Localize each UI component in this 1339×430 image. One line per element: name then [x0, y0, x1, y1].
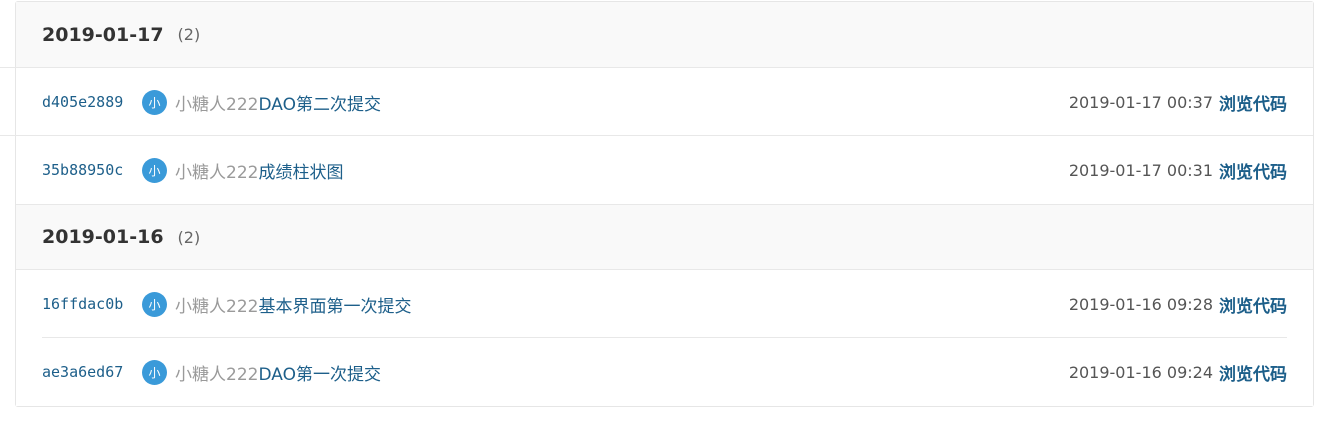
commit-message-link[interactable]: DAO第一次提交	[258, 360, 381, 385]
browse-code-link[interactable]: 浏览代码	[1219, 360, 1287, 385]
commit-row: 35b88950c 小 小糖人222 成绩柱状图 2019-01-17 00:3…	[16, 136, 1313, 204]
day-commit-count: (2)	[177, 25, 201, 44]
commit-sha-link[interactable]: 16ffdac0b	[42, 295, 142, 313]
commit-meta: 2019-01-17 00:37 浏览代码	[1069, 90, 1287, 115]
commit-timestamp: 2019-01-16 09:28	[1068, 294, 1213, 314]
commit-row: ae3a6ed67 小 小糖人222 DAO第一次提交 2019-01-16 0…	[16, 338, 1313, 406]
commit-meta: 2019-01-16 09:28 浏览代码	[1069, 292, 1287, 317]
commit-author[interactable]: 小糖人222	[175, 90, 258, 115]
commit-row: d405e2889 小 小糖人222 DAO第二次提交 2019-01-17 0…	[0, 67, 1313, 136]
commits-panel: 2019-01-17 (2) d405e2889 小 小糖人222 DAO第二次…	[0, 1, 1314, 407]
commit-meta: 2019-01-17 00:31 浏览代码	[1069, 158, 1287, 183]
commit-author[interactable]: 小糖人222	[175, 158, 258, 183]
commit-sha-link[interactable]: 35b88950c	[42, 161, 142, 179]
commit-sha-link[interactable]: ae3a6ed67	[42, 363, 142, 381]
day-commit-count: (2)	[177, 227, 201, 247]
day-date: 2019-01-17	[42, 23, 164, 46]
commit-message-link[interactable]: 成绩柱状图	[258, 158, 343, 183]
day-header: 2019-01-16 (2)	[16, 204, 1313, 270]
day-date: 2019-01-16	[42, 226, 164, 248]
avatar[interactable]: 小	[142, 89, 167, 115]
commit-timestamp: 2019-01-17 00:37	[1068, 92, 1213, 112]
day-header: 2019-01-17 (2)	[16, 2, 1313, 68]
commit-message-link[interactable]: 基本界面第一次提交	[258, 292, 411, 317]
browse-code-link[interactable]: 浏览代码	[1219, 292, 1287, 317]
avatar[interactable]: 小	[142, 359, 167, 385]
avatar[interactable]: 小	[142, 157, 167, 183]
commit-message-link[interactable]: DAO第二次提交	[258, 90, 381, 115]
commit-row: 16ffdac0b 小 小糖人222 基本界面第一次提交 2019-01-16 …	[16, 270, 1313, 338]
commit-author[interactable]: 小糖人222	[175, 360, 258, 385]
commit-sha-link[interactable]: d405e2889	[42, 93, 142, 111]
commit-author[interactable]: 小糖人222	[175, 292, 258, 317]
commit-meta: 2019-01-16 09:24 浏览代码	[1069, 360, 1287, 385]
commit-timestamp: 2019-01-17 00:31	[1068, 160, 1213, 180]
commit-timestamp: 2019-01-16 09:24	[1068, 362, 1213, 382]
browse-code-link[interactable]: 浏览代码	[1219, 90, 1287, 115]
avatar[interactable]: 小	[142, 291, 167, 317]
browse-code-link[interactable]: 浏览代码	[1219, 158, 1287, 183]
